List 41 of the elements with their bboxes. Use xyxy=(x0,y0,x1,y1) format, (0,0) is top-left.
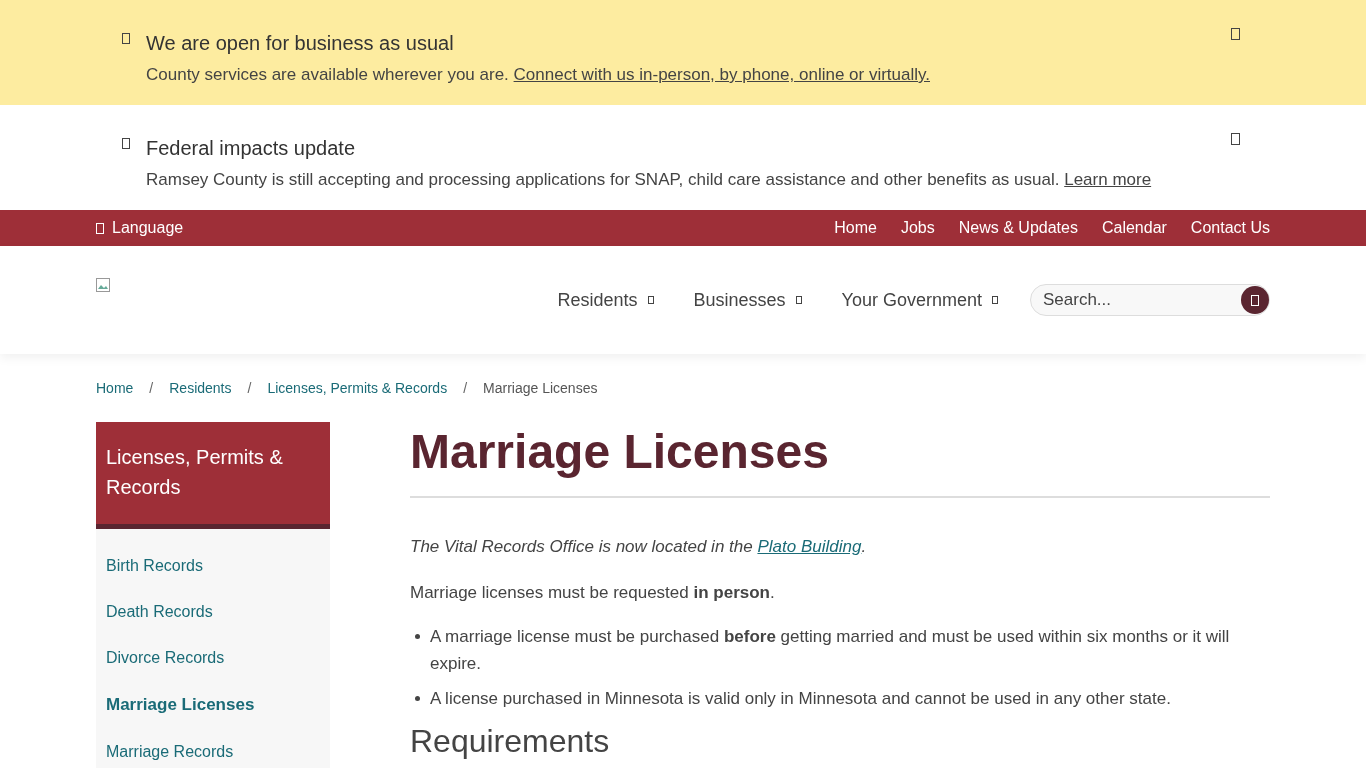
alert-link[interactable]: Connect with us in-person, by phone, online or virtually. xyxy=(513,65,930,84)
utility-link[interactable]: Jobs xyxy=(900,216,935,240)
notice-link[interactable]: Plato Building xyxy=(757,537,862,556)
breadcrumb-link[interactable]: Licenses, Permits & Records xyxy=(267,377,448,399)
close-button[interactable] xyxy=(1231,133,1240,145)
search-button[interactable] xyxy=(1241,286,1269,314)
breadcrumb-separator: / xyxy=(247,378,252,398)
language-button[interactable]: Language xyxy=(96,216,184,240)
nav-menu-item[interactable]: Your Government xyxy=(841,286,998,314)
breadcrumb-link[interactable]: Home xyxy=(96,377,134,399)
search-field[interactable]: Search... xyxy=(1043,287,1233,313)
utility-link[interactable]: Home xyxy=(834,216,877,240)
bullet-text: A license purchased in Minnesota is valid only in Minnesota and cannot be used in any other state. xyxy=(430,688,1171,710)
notice-text: The Vital Records Office is now located in the Plato Building. xyxy=(410,536,868,558)
breadcrumb-separator: / xyxy=(149,378,154,398)
sidebar-link[interactable]: Birth Records xyxy=(96,543,330,589)
intro-text: Marriage licenses must be requested in person. xyxy=(410,581,776,604)
sidebar-link[interactable]: Marriage Records xyxy=(96,728,330,768)
close-button[interactable] xyxy=(1231,28,1240,40)
page-title: Marriage Licenses xyxy=(410,422,1270,498)
alert-title: We are open for business as usual xyxy=(146,31,455,56)
breadcrumb-link[interactable]: Residents xyxy=(169,377,232,399)
sidebar-header: Licenses, Permits & Records xyxy=(96,422,330,529)
section-heading: Requirements xyxy=(410,724,611,758)
alert-title: Federal impacts update xyxy=(146,136,356,161)
sidebar-link[interactable]: Death Records xyxy=(96,589,330,635)
alert-link[interactable]: Learn more xyxy=(1064,170,1152,189)
nav-menu-item[interactable]: Businesses xyxy=(693,286,802,314)
sidebar-link[interactable]: Divorce Records xyxy=(96,635,330,681)
search-bar[interactable]: Search... xyxy=(1030,284,1270,316)
alert-message: County services are available wherever you are. Connect with us in-person, by phone, online or virtually. xyxy=(146,64,930,86)
broken-image-icon xyxy=(96,278,112,294)
breadcrumb-current: Marriage Licenses xyxy=(483,378,598,398)
utility-link[interactable]: Contact Us xyxy=(1190,216,1270,240)
utility-link[interactable]: News & Updates xyxy=(958,216,1078,240)
breadcrumb-separator: / xyxy=(463,378,468,398)
sidebar-link[interactable]: Marriage Licenses xyxy=(96,681,330,729)
utility-link[interactable]: Calendar xyxy=(1101,216,1167,240)
nav-menu-item[interactable]: Residents xyxy=(557,286,654,314)
alert-message: Ramsey County is still accepting and processing applications for SNAP, child care assistance and other benefits as usual. Learn more xyxy=(146,169,1152,191)
bullet-text: A marriage license must be purchased before getting married and must be used within six months or it will expire. xyxy=(430,626,1231,675)
